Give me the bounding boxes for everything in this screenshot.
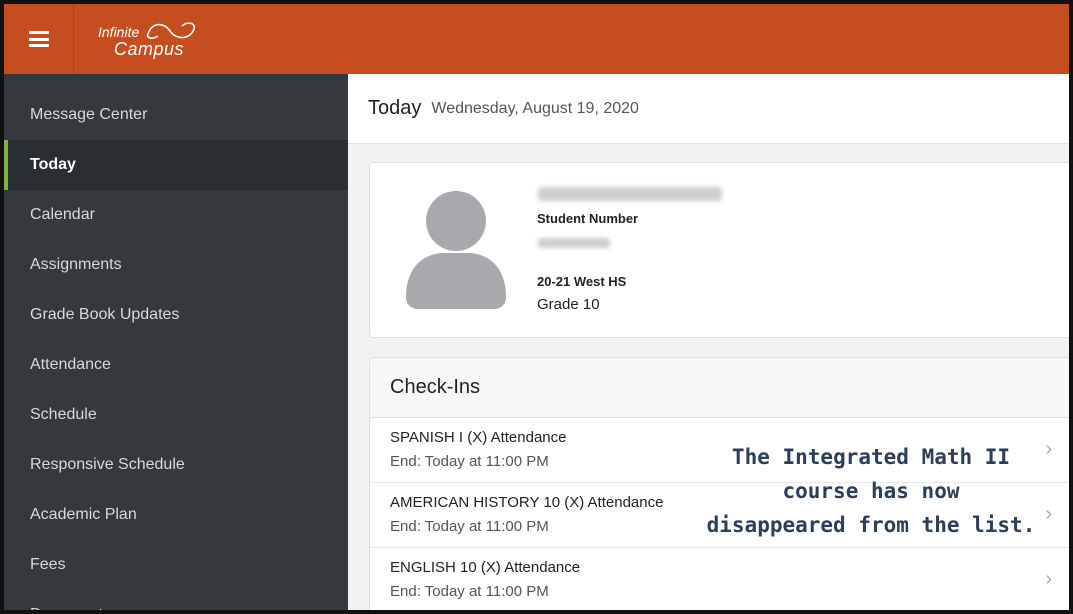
chevron-right-icon: › bbox=[1045, 503, 1052, 525]
sidebar-item-label: Schedule bbox=[30, 406, 97, 423]
checkin-end-time: End: Today at 11:00 PM bbox=[390, 583, 549, 600]
hamburger-menu-icon bbox=[28, 31, 49, 47]
sidebar-item-label: Calendar bbox=[30, 206, 95, 223]
logo-text-bottom: Campus bbox=[114, 39, 185, 59]
checkins-heading: Check-Ins bbox=[370, 358, 1069, 418]
sidebar-item-calendar[interactable]: Calendar bbox=[4, 190, 348, 240]
sidebar-item-documents[interactable]: Documents bbox=[4, 590, 348, 610]
student-name-redacted bbox=[538, 187, 722, 201]
annotation-line: disappeared from the list. bbox=[706, 513, 1036, 537]
annotation-line: The Integrated Math II bbox=[731, 445, 1011, 469]
sidebar-item-label: Fees bbox=[30, 556, 66, 573]
sidebar-item-label: Attendance bbox=[30, 356, 111, 373]
sidebar-item-fees[interactable]: Fees bbox=[4, 540, 348, 590]
student-card: Student Number 20-21 West HS Grade 10 bbox=[369, 162, 1069, 338]
sidebar-nav: Message Center Today Calendar Assignment… bbox=[4, 74, 348, 610]
sidebar-item-label: Assignments bbox=[30, 256, 122, 273]
sidebar-item-label: Today bbox=[30, 156, 76, 173]
sidebar-item-attendance[interactable]: Attendance bbox=[4, 340, 348, 390]
checkin-end-time: End: Today at 11:00 PM bbox=[390, 518, 549, 535]
sidebar-item-grade-book-updates[interactable]: Grade Book Updates bbox=[4, 290, 348, 340]
checkin-item[interactable]: ENGLISH 10 (X) Attendance End: Today at … bbox=[370, 548, 1069, 610]
student-school: 20-21 West HS bbox=[537, 274, 627, 289]
checkin-end-time: End: Today at 11:00 PM bbox=[390, 453, 549, 470]
logo-text-top: Infinite bbox=[98, 24, 140, 40]
sidebar-item-academic-plan[interactable]: Academic Plan bbox=[4, 490, 348, 540]
sidebar-item-label: Grade Book Updates bbox=[30, 306, 180, 323]
checkin-course-name: ENGLISH 10 (X) Attendance bbox=[390, 559, 581, 576]
student-grade: Grade 10 bbox=[537, 296, 600, 313]
sidebar-item-today[interactable]: Today bbox=[4, 140, 348, 190]
page-header: Today Wednesday, August 19, 2020 bbox=[348, 74, 1069, 144]
sidebar-item-label: Message Center bbox=[30, 106, 148, 123]
sidebar-item-label: Academic Plan bbox=[30, 506, 137, 523]
chevron-right-icon: › bbox=[1045, 438, 1052, 460]
checkin-course-name: AMERICAN HISTORY 10 (X) Attendance bbox=[390, 494, 664, 511]
chevron-right-icon: › bbox=[1045, 568, 1052, 590]
page-date: Wednesday, August 19, 2020 bbox=[431, 99, 639, 117]
sidebar-item-label: Documents bbox=[30, 606, 111, 610]
user-avatar-icon bbox=[406, 191, 506, 309]
menu-button[interactable] bbox=[4, 4, 74, 74]
infinite-campus-logo[interactable]: Infinite Campus bbox=[96, 18, 206, 60]
annotation-callout: The Integrated Math II course has now di… bbox=[698, 440, 1044, 542]
app-window: Infinite Campus Message Center Today Cal… bbox=[0, 0, 1073, 614]
top-bar: Infinite Campus bbox=[4, 4, 1069, 74]
page-title: Today bbox=[368, 97, 422, 119]
student-number-redacted bbox=[538, 238, 610, 248]
checkin-course-name: SPANISH I (X) Attendance bbox=[390, 429, 567, 446]
sidebar-item-assignments[interactable]: Assignments bbox=[4, 240, 348, 290]
sidebar-item-responsive-schedule[interactable]: Responsive Schedule bbox=[4, 440, 348, 490]
student-number-label: Student Number bbox=[537, 211, 639, 226]
annotation-line: course has now bbox=[782, 479, 960, 503]
sidebar-item-label: Responsive Schedule bbox=[30, 456, 185, 473]
sidebar-item-message-center[interactable]: Message Center bbox=[4, 90, 348, 140]
sidebar-item-schedule[interactable]: Schedule bbox=[4, 390, 348, 440]
